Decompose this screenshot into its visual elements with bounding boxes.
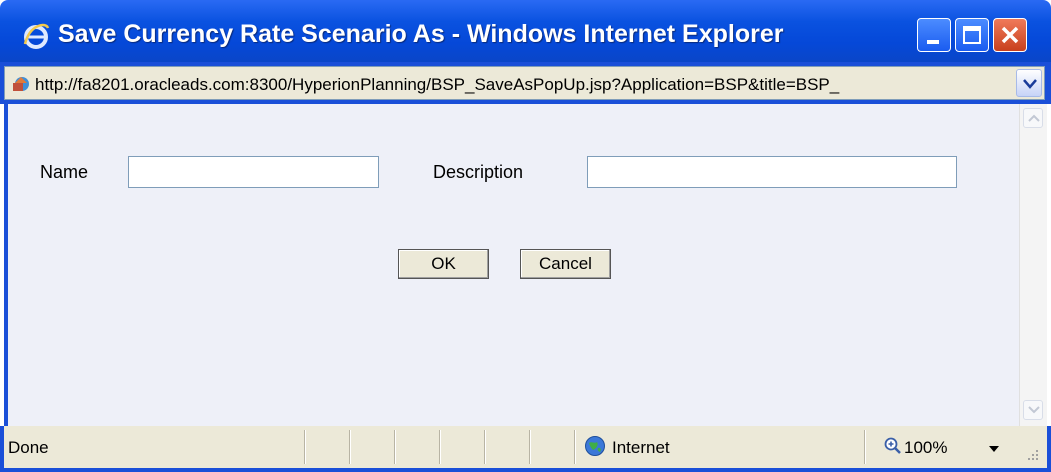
status-divider [439,430,440,464]
minimize-button[interactable] [917,18,951,52]
address-bar: http://fa8201.oracleads.com:8300/Hyperio… [0,62,1051,104]
ie-window: Save Currency Rate Scenario As - Windows… [0,0,1051,472]
zoom-level[interactable]: 100% [904,438,947,458]
address-field[interactable]: http://fa8201.oracleads.com:8300/Hyperio… [4,66,1045,100]
status-divider [349,430,350,464]
status-divider [484,430,485,464]
maximize-button[interactable] [955,18,989,52]
chevron-down-icon [1023,79,1037,89]
zoom-dropdown-icon[interactable] [989,446,999,452]
globe-icon [585,436,605,456]
page-icon [13,77,29,91]
status-text: Done [8,438,49,457]
security-zone: Internet [612,438,670,457]
status-bar: Done Internet 100% [0,426,1051,472]
url-text: http://fa8201.oracleads.com:8300/Hyperio… [35,75,840,94]
title-bar[interactable]: Save Currency Rate Scenario As - Windows… [0,0,1051,62]
chevron-up-icon [1028,114,1040,122]
vertical-scrollbar[interactable] [1019,104,1047,426]
status-divider [394,430,395,464]
status-divider [574,430,575,464]
name-label: Name [40,162,89,182]
maximize-icon [963,26,981,44]
zoom-icon[interactable] [884,437,902,455]
close-icon [1001,26,1019,44]
close-button[interactable] [993,18,1027,52]
scroll-down-button[interactable] [1023,400,1043,420]
status-divider [864,430,865,464]
status-divider [304,430,305,464]
description-input[interactable] [587,156,957,188]
ok-button[interactable]: OK [398,249,489,279]
name-input[interactable] [128,156,379,188]
status-divider [529,430,530,464]
description-label: Description [433,162,524,182]
resize-grip-icon[interactable] [1026,450,1040,462]
cancel-button[interactable]: Cancel [520,249,611,279]
address-dropdown-button[interactable] [1016,69,1042,97]
window-title: Save Currency Rate Scenario As - Windows… [58,20,784,48]
chevron-down-icon [1028,406,1040,414]
minimize-icon [927,40,939,44]
scroll-up-button[interactable] [1023,108,1043,128]
internet-explorer-icon [23,23,50,49]
